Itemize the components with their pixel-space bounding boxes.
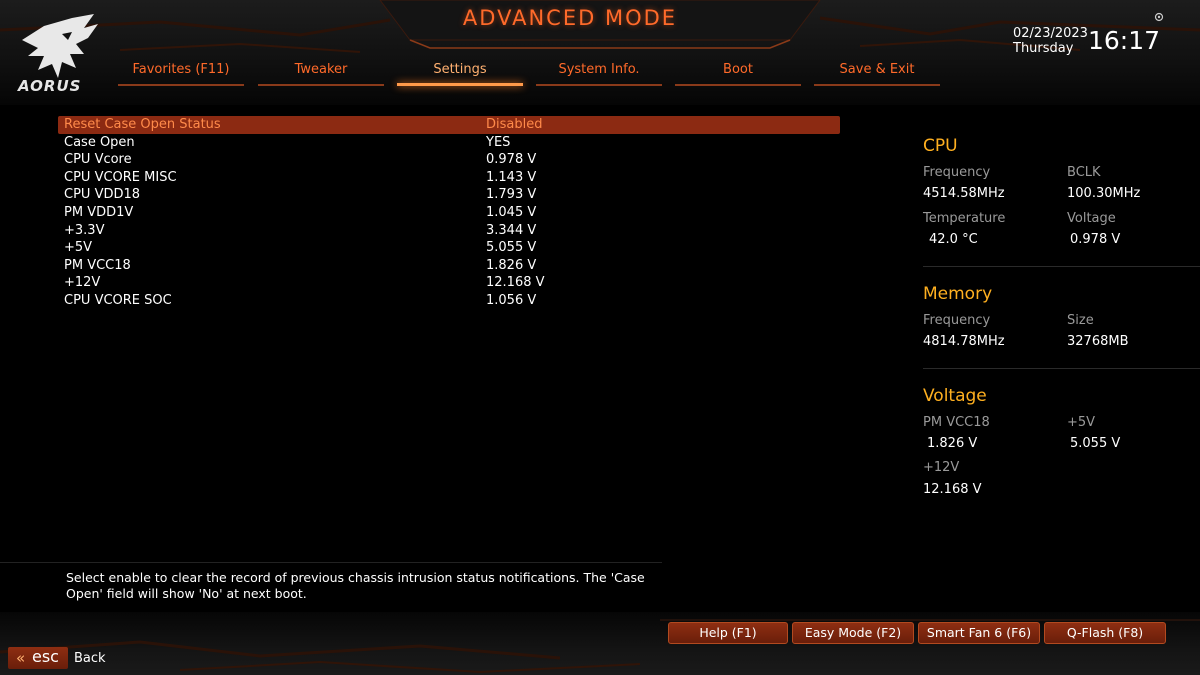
back-label: Back <box>74 651 106 666</box>
cpu-temperature-value: 42.0 °C <box>929 232 978 247</box>
p5v-value: 5.055 V <box>1070 436 1121 451</box>
setting-row-12v: +12V 12.168 V <box>58 274 840 292</box>
pm-vcc18-label: PM VCC18 <box>923 415 990 430</box>
setting-value: 1.793 V <box>486 187 537 203</box>
tab-system-info[interactable]: System Info. <box>536 60 662 86</box>
p12v-value: 12.168 V <box>923 482 982 497</box>
cpu-temperature-label: Temperature <box>923 211 1006 226</box>
setting-value: 0.978 V <box>486 152 537 168</box>
voltage-section-title: Voltage <box>923 386 987 406</box>
esc-key-label: esc <box>32 647 59 666</box>
clock: 16:17 <box>1088 26 1161 55</box>
setting-value: 1.056 V <box>486 292 537 308</box>
setting-label: CPU VCORE MISC <box>64 169 177 185</box>
memory-size-label: Size <box>1067 313 1094 328</box>
cpu-frequency-label: Frequency <box>923 165 991 180</box>
setting-value: 1.143 V <box>486 169 537 185</box>
tab-favorites[interactable]: Favorites (F11) <box>118 60 244 86</box>
setting-row-cpu-vdd18: CPU VDD18 1.793 V <box>58 186 840 204</box>
date-text: 02/23/2023 <box>1013 26 1088 41</box>
divider <box>923 368 1200 369</box>
setting-row-3v3: +3.3V 3.344 V <box>58 222 840 240</box>
memory-frequency-value: 4814.78MHz <box>923 334 1005 349</box>
setting-row-reset-case-open[interactable]: Reset Case Open Status Disabled <box>58 116 840 134</box>
setting-row-case-open: Case Open YES <box>58 134 840 152</box>
setting-row-pm-vdd1v: PM VDD1V 1.045 V <box>58 204 840 222</box>
memory-size-value: 32768MB <box>1067 334 1129 349</box>
setting-label: CPU VDD18 <box>64 187 141 203</box>
back-button[interactable]: « esc Back <box>8 647 128 671</box>
cpu-voltage-value: 0.978 V <box>1070 232 1121 247</box>
cpu-frequency-value: 4514.58MHz <box>923 186 1005 201</box>
cpu-bclk-value: 100.30MHz <box>1067 186 1141 201</box>
cpu-section-title: CPU <box>923 136 958 156</box>
setting-value[interactable]: Disabled <box>486 116 542 134</box>
setting-label: +12V <box>64 275 101 291</box>
tab-settings[interactable]: Settings <box>397 60 523 86</box>
mode-title: ADVANCED MODE <box>462 6 678 30</box>
setting-label: Reset Case Open Status <box>64 117 221 132</box>
smart-fan-f6-button[interactable]: Smart Fan 6 (F6) <box>918 622 1040 644</box>
setting-value: 5.055 V <box>486 240 537 256</box>
setting-value: 12.168 V <box>486 275 545 291</box>
setting-label: CPU Vcore <box>64 152 132 168</box>
p12v-label: +12V <box>923 460 960 475</box>
setting-row-cpu-vcore-soc: CPU VCORE SOC 1.056 V <box>58 292 840 310</box>
esc-key-badge[interactable]: « esc <box>8 647 68 669</box>
q-flash-f8-button[interactable]: Q-Flash (F8) <box>1044 622 1166 644</box>
tab-boot[interactable]: Boot <box>675 60 801 86</box>
setting-value: 1.045 V <box>486 204 537 220</box>
help-text: Select enable to clear the record of pre… <box>66 570 645 601</box>
day-text: Thursday <box>1013 41 1074 56</box>
bios-screen: AORUS ADVANCED MODE Favorites (F11) Twea… <box>0 0 1200 675</box>
setting-label: +3.3V <box>64 222 105 238</box>
easy-mode-f2-button[interactable]: Easy Mode (F2) <box>792 622 914 644</box>
setting-label: CPU VCORE SOC <box>64 292 172 308</box>
help-f1-button[interactable]: Help (F1) <box>668 622 788 644</box>
aorus-logo-text: AORUS <box>18 77 82 95</box>
main-tabs: Favorites (F11) Tweaker Settings System … <box>118 60 940 90</box>
memory-section-title: Memory <box>923 284 993 304</box>
setting-label: +5V <box>64 240 93 256</box>
setting-label: PM VDD1V <box>64 204 134 220</box>
setting-label: PM VCC18 <box>64 257 131 273</box>
setting-row-cpu-vcore-misc: CPU VCORE MISC 1.143 V <box>58 169 840 187</box>
p5v-label: +5V <box>1067 415 1096 430</box>
setting-value: 1.826 V <box>486 257 537 273</box>
setting-label: Case Open <box>64 134 135 150</box>
pm-vcc18-value: 1.826 V <box>927 436 978 451</box>
cpu-bclk-label: BCLK <box>1067 165 1101 180</box>
settings-list: Reset Case Open Status Disabled Case Ope… <box>58 116 840 310</box>
memory-frequency-label: Frequency <box>923 313 991 328</box>
setting-value: YES <box>486 134 511 150</box>
setting-row-cpu-vcore: CPU Vcore 0.978 V <box>58 151 840 169</box>
tab-tweaker[interactable]: Tweaker <box>258 60 384 86</box>
double-chevron-left-icon: « <box>16 649 26 667</box>
setting-value: 3.344 V <box>486 222 537 238</box>
setting-row-pm-vcc18: PM VCC18 1.826 V <box>58 257 840 275</box>
settings-circle-icon[interactable] <box>1154 12 1164 22</box>
date-display: 02/23/2023 Thursday <box>1013 26 1088 56</box>
divider <box>923 266 1200 267</box>
cpu-voltage-label: Voltage <box>1067 211 1116 226</box>
setting-row-5v: +5V 5.055 V <box>58 239 840 257</box>
tab-save-exit[interactable]: Save & Exit <box>814 60 940 86</box>
